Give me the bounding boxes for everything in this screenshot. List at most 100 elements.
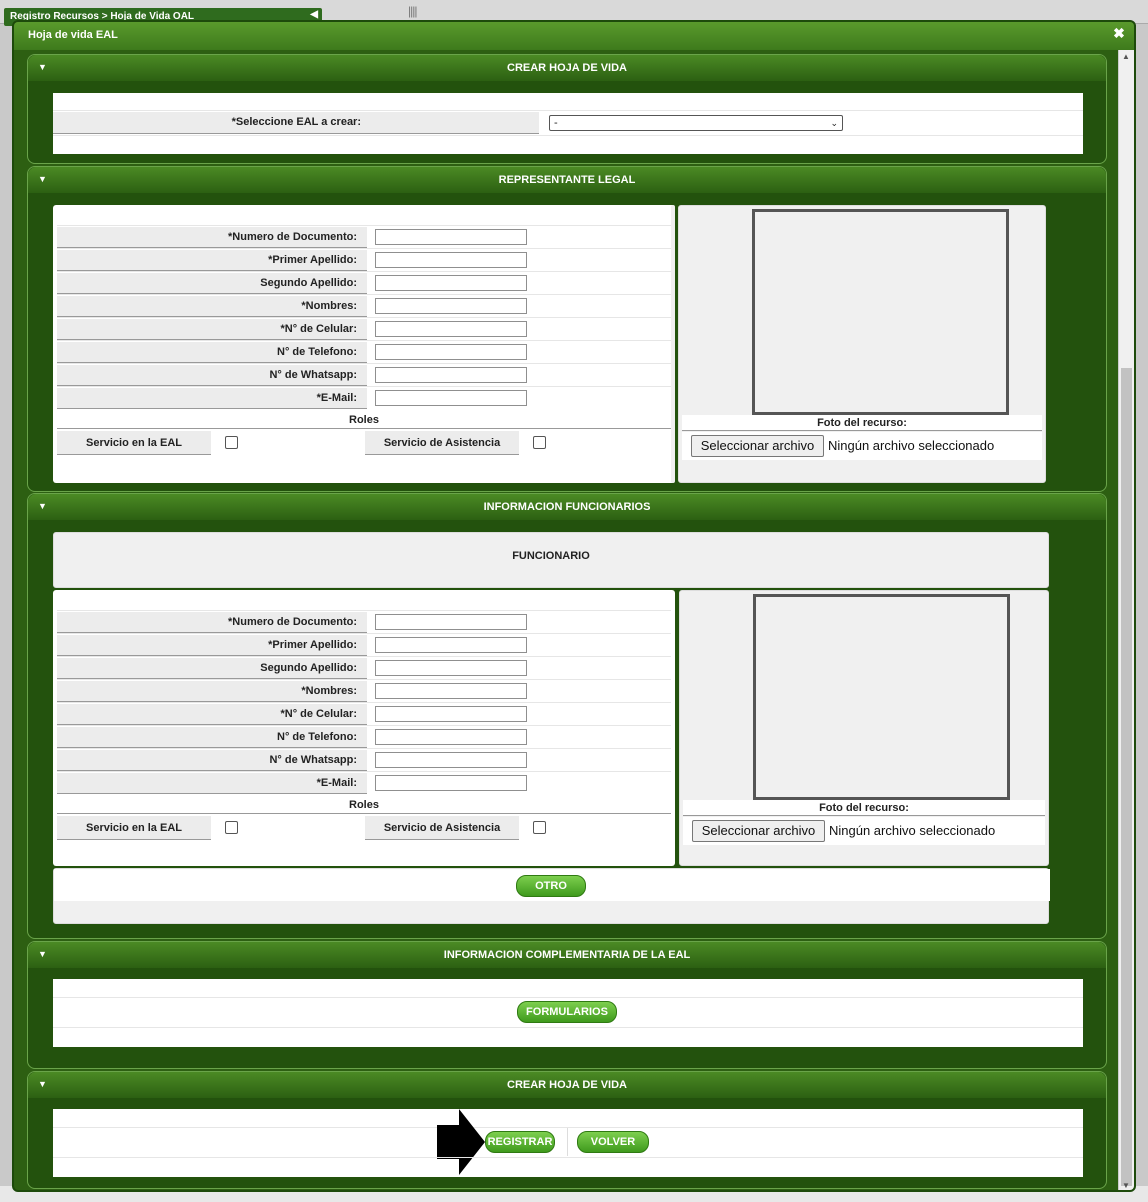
- file-select-button[interactable]: Seleccionar archivo: [691, 435, 824, 457]
- divider: [57, 294, 671, 295]
- field-input[interactable]: [375, 637, 527, 653]
- section-representante: ▼ REPRESENTANTE LEGAL *Numero de Documen…: [27, 166, 1107, 492]
- role-servicio-asistencia-checkbox[interactable]: [533, 436, 546, 449]
- role-servicio-eal-label: Servicio en la EAL: [57, 431, 211, 455]
- divider: [567, 1128, 568, 1156]
- divider: [57, 656, 671, 657]
- section-representante-title: REPRESENTANTE LEGAL: [498, 174, 636, 186]
- divider: [53, 1027, 1083, 1028]
- otro-button[interactable]: OTRO: [516, 875, 586, 897]
- role-servicio-eal-label: Servicio en la EAL: [57, 816, 211, 840]
- triangle-down-icon[interactable]: ▼: [38, 942, 47, 966]
- field-input[interactable]: [375, 390, 527, 406]
- divider: [57, 386, 671, 387]
- triangle-down-icon[interactable]: ▼: [38, 494, 47, 518]
- arrow-right-icon: [437, 1109, 485, 1175]
- funcionario-subtitle: FUNCIONARIO: [53, 532, 1049, 588]
- scrollbar[interactable]: ▲ ▼: [1118, 50, 1134, 1190]
- divider: [57, 271, 671, 272]
- role-servicio-asistencia-checkbox[interactable]: [533, 821, 546, 834]
- photo-label: Foto del recurso:: [683, 800, 1045, 816]
- close-icon[interactable]: ✖: [1112, 26, 1126, 40]
- otro-container: OTRO: [53, 868, 1050, 924]
- field-label: *Primer Apellido:: [57, 635, 367, 656]
- file-select-button[interactable]: Seleccionar archivo: [692, 820, 825, 842]
- role-servicio-eal-checkbox[interactable]: [225, 821, 238, 834]
- divider: [57, 679, 671, 680]
- field-input[interactable]: [375, 344, 527, 360]
- modal-title: Hoja de vida EAL: [14, 22, 1134, 50]
- role-servicio-asistencia-label: Servicio de Asistencia: [365, 816, 519, 840]
- divider: [53, 1157, 1083, 1158]
- field-input[interactable]: [375, 775, 527, 791]
- select-eal-dropdown[interactable]: - ⌄: [549, 115, 843, 131]
- section-complementaria: ▼ INFORMACION COMPLEMENTARIA DE LA EAL F…: [27, 941, 1107, 1069]
- complementaria-panel: FORMULARIOS: [53, 979, 1083, 1047]
- field-input[interactable]: [375, 367, 527, 383]
- field-input[interactable]: [375, 706, 527, 722]
- modal-dialog: Hoja de vida EAL ✖ ▲ ▼ ▼ CREAR HOJA DE V…: [12, 20, 1136, 1192]
- field-input[interactable]: [375, 298, 527, 314]
- roles-label: Roles: [57, 796, 671, 814]
- section-crear-hoja: ▼ CREAR HOJA DE VIDA *Seleccione EAL a c…: [27, 54, 1107, 164]
- divider: [57, 633, 671, 634]
- field-input[interactable]: [375, 683, 527, 699]
- section-crear-title: CREAR HOJA DE VIDA: [507, 62, 627, 74]
- field-label: Segundo Apellido:: [57, 273, 367, 294]
- field-input[interactable]: [375, 660, 527, 676]
- representante-form-panel: *Numero de Documento: *Primer Apellido: Se…: [53, 205, 675, 483]
- crear-final-panel: REGISTRAR VOLVER: [53, 1109, 1083, 1177]
- triangle-down-icon[interactable]: ▼: [38, 55, 47, 79]
- registrar-button[interactable]: REGISTRAR: [485, 1131, 555, 1153]
- section-representante-header[interactable]: ▼ REPRESENTANTE LEGAL: [28, 167, 1106, 193]
- roles-label: Roles: [57, 411, 671, 429]
- scroll-down-icon[interactable]: ▼: [1122, 1181, 1130, 1190]
- divider: [53, 110, 1083, 111]
- divider: [57, 725, 671, 726]
- triangle-down-icon[interactable]: ▼: [38, 1072, 47, 1096]
- divider: [57, 610, 671, 611]
- triangle-down-icon[interactable]: ▼: [38, 167, 47, 191]
- section-crear-header[interactable]: ▼ CREAR HOJA DE VIDA: [28, 55, 1106, 81]
- divider: [57, 363, 671, 364]
- funcionario-photo-panel: Foto del recurso: Seleccionar archivo Ni…: [679, 590, 1049, 866]
- field-input[interactable]: [375, 614, 527, 630]
- formularios-button[interactable]: FORMULARIOS: [517, 1001, 617, 1023]
- field-input[interactable]: [375, 229, 527, 245]
- section-crear-final-header[interactable]: ▼ CREAR HOJA DE VIDA: [28, 1072, 1106, 1098]
- field-label: *N° de Celular:: [57, 319, 367, 340]
- field-input[interactable]: [375, 252, 527, 268]
- divider: [53, 1127, 1083, 1128]
- role-servicio-eal-checkbox[interactable]: [225, 436, 238, 449]
- file-input-row: Seleccionar archivo Ningún archivo selec…: [683, 817, 1045, 845]
- role-servicio-asistencia-label: Servicio de Asistencia: [365, 431, 519, 455]
- select-eal-label: *Seleccione EAL a crear:: [53, 112, 539, 134]
- field-input[interactable]: [375, 275, 527, 291]
- field-input[interactable]: [375, 729, 527, 745]
- field-input[interactable]: [375, 752, 527, 768]
- divider: [57, 748, 671, 749]
- field-label: *Numero de Documento:: [57, 612, 367, 633]
- field-label: N° de Whatsapp:: [57, 365, 367, 386]
- field-label: *Nombres:: [57, 681, 367, 702]
- scroll-up-icon[interactable]: ▲: [1122, 52, 1130, 61]
- section-crear-panel: *Seleccione EAL a crear: - ⌄: [53, 93, 1083, 154]
- field-label: N° de Telefono:: [57, 727, 367, 748]
- divider: [57, 702, 671, 703]
- form-edge: [671, 205, 675, 483]
- field-label: N° de Telefono:: [57, 342, 367, 363]
- scrollbar-thumb[interactable]: [1121, 368, 1132, 1186]
- section-funcionarios-header[interactable]: ▼ INFORMACION FUNCIONARIOS: [28, 494, 1106, 520]
- divider: [53, 135, 1083, 136]
- field-label: *Numero de Documento:: [57, 227, 367, 248]
- toolbar-grip-icon: ||||: [408, 4, 417, 18]
- section-crear-final-title: CREAR HOJA DE VIDA: [507, 1079, 627, 1091]
- field-label: *N° de Celular:: [57, 704, 367, 725]
- file-input-row: Seleccionar archivo Ningún archivo selec…: [682, 432, 1042, 460]
- section-complementaria-title: INFORMACION COMPLEMENTARIA DE LA EAL: [443, 949, 691, 961]
- divider: [57, 340, 671, 341]
- volver-button[interactable]: VOLVER: [577, 1131, 649, 1153]
- chevron-down-icon: ⌄: [830, 118, 838, 128]
- field-input[interactable]: [375, 321, 527, 337]
- section-complementaria-header[interactable]: ▼ INFORMACION COMPLEMENTARIA DE LA EAL: [28, 942, 1106, 968]
